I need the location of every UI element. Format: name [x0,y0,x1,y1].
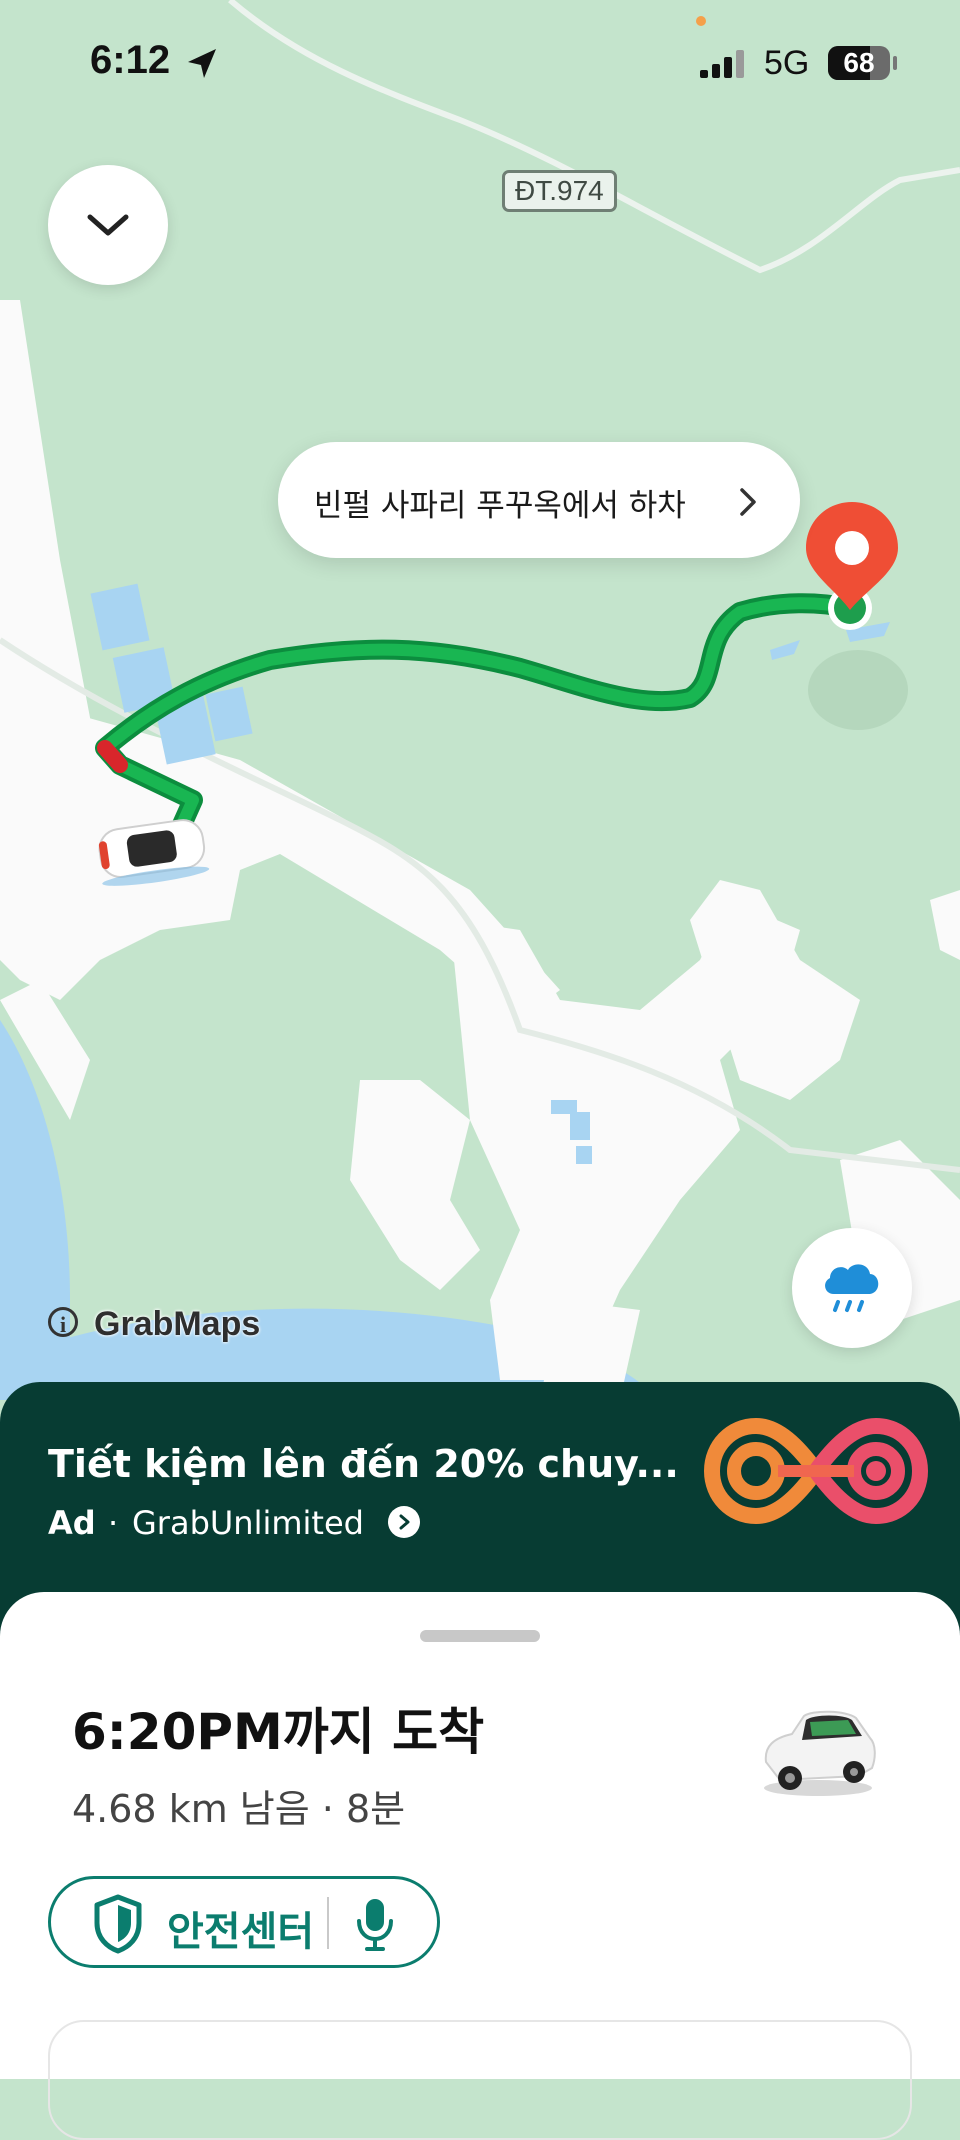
safety-center-label: 안전센터 [167,1909,315,1955]
chevron-right-circle-icon[interactable] [388,1506,420,1538]
pill-divider [327,1897,329,1949]
destination-callout[interactable]: 빈펄 사파리 푸꾸옥에서 하차 [278,442,800,558]
car-icon [752,1702,882,1806]
safety-center-button[interactable]: 안전센터 [48,1876,440,1968]
cellular-signal-icon [700,48,750,86]
ad-separator: · [108,1504,119,1542]
next-card[interactable] [48,2020,912,2140]
grabunlimited-logo [698,1396,934,1550]
microphone-icon[interactable] [353,1895,397,1959]
weather-button[interactable] [792,1228,912,1348]
destination-label: 빈펄 사파리 푸꾸옥에서 하차 [314,488,686,524]
chevron-right-icon [736,484,760,524]
road-label: ĐT.974 [502,170,617,212]
battery-indicator: 68 [828,46,890,80]
battery-level: 68 [843,47,875,78]
status-time: 6:12 [90,38,171,82]
collapse-button[interactable] [48,165,168,285]
trip-bottom-sheet[interactable]: 6:20PM까지 도착 4.68 km 남음 · 8분 안전센터 [0,1592,960,2140]
ad-tag: Ad [48,1504,96,1542]
shield-icon [91,1893,145,1959]
ad-brand: GrabUnlimited [132,1504,364,1542]
network-label: 5G [764,44,810,82]
chevron-down-icon [87,214,129,236]
rain-cloud-icon [825,1264,879,1312]
attribution-text: GrabMaps [94,1305,261,1343]
eta-title: 6:20PM까지 도착 [72,1703,485,1761]
trip-remaining: 4.68 km 남음 · 8분 [72,1787,406,1831]
sheet-handle[interactable] [420,1630,540,1642]
info-icon[interactable]: i [48,1307,78,1337]
map-view[interactable]: 6:12 5G 68 ĐT.974 빈펄 사파리 푸꾸옥에서 하차 i Grab… [0,0,960,1400]
battery-nub [893,56,897,70]
privacy-indicator [696,16,706,26]
ad-title: Tiết kiệm lên đến 20% chuy... [48,1442,679,1486]
location-arrow-icon [184,46,220,86]
